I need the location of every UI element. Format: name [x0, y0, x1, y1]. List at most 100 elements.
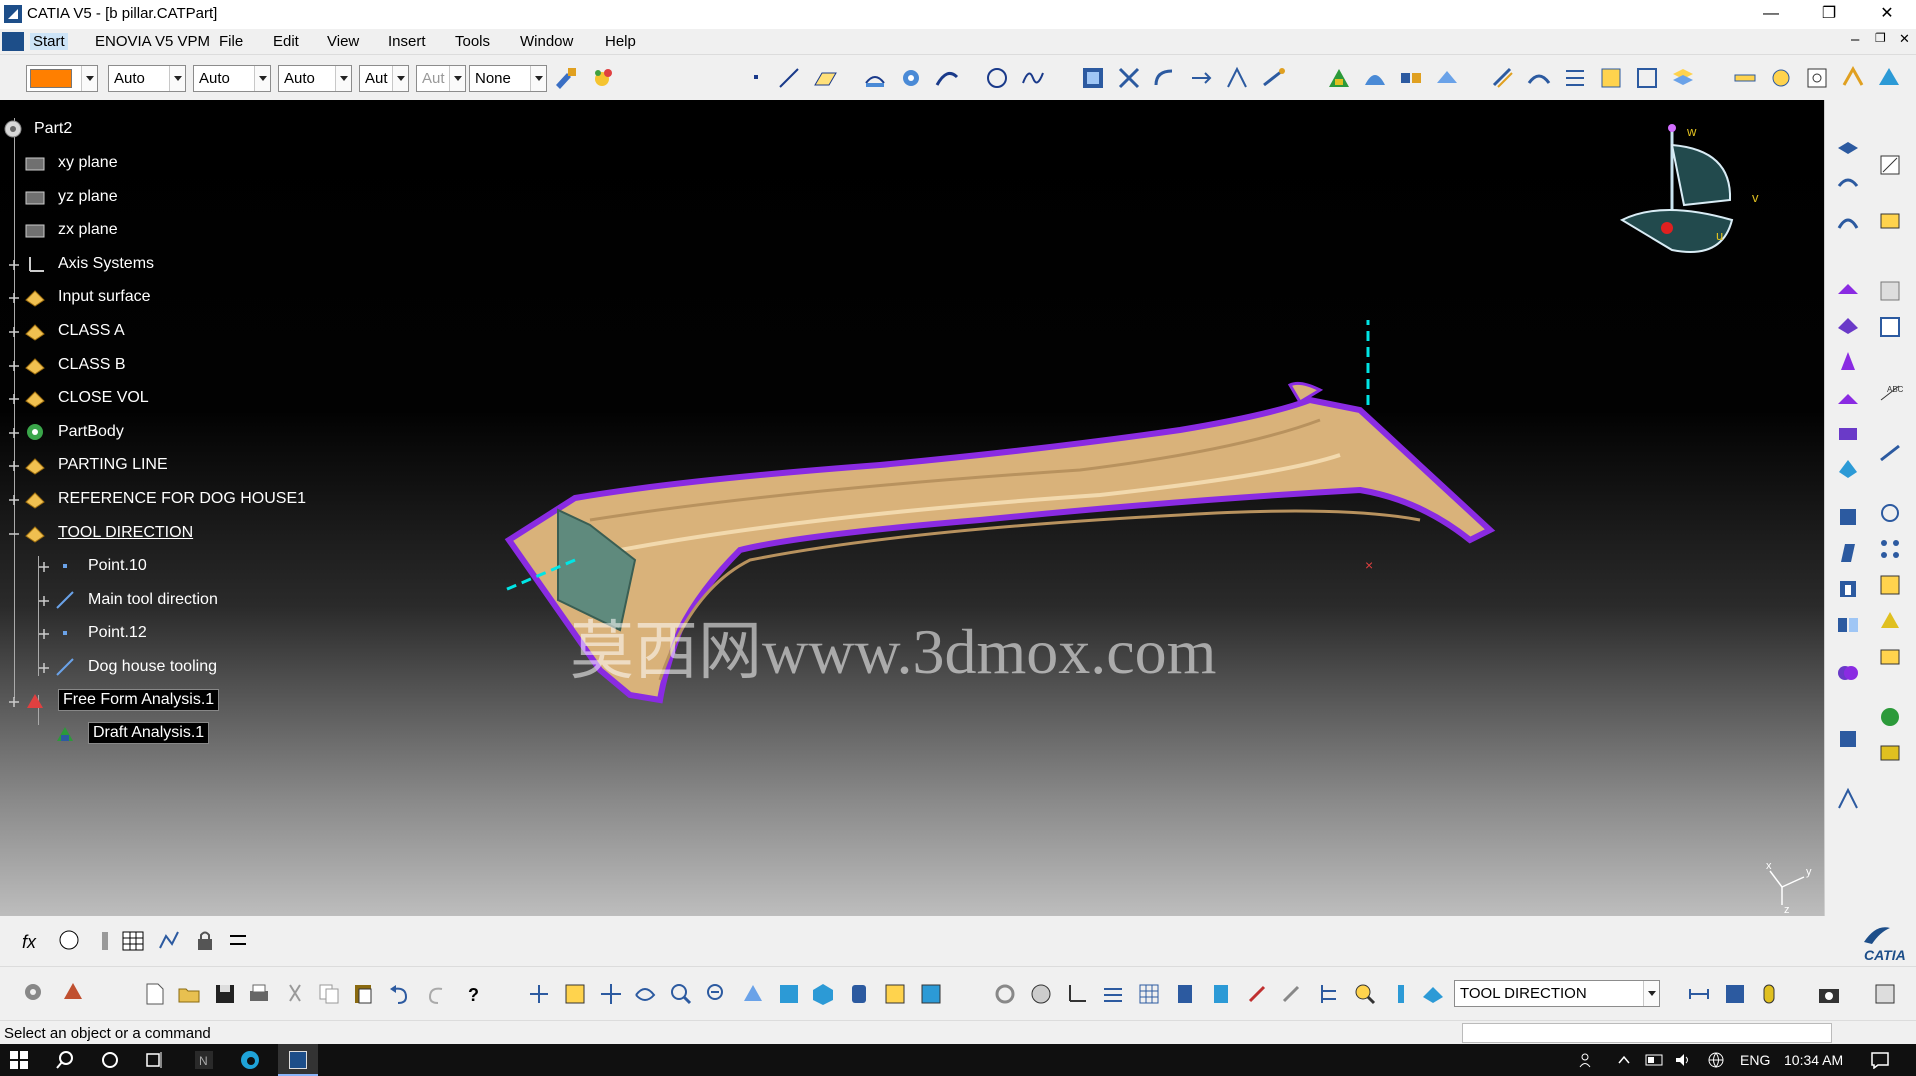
menu-file[interactable]: File: [219, 33, 243, 50]
line-icon[interactable]: [776, 65, 802, 91]
app-n-icon[interactable]: N: [194, 1050, 214, 1070]
windows-start-icon[interactable]: [10, 1051, 28, 1069]
knowledge-icon[interactable]: [1876, 65, 1902, 91]
expand-icon[interactable]: [8, 695, 20, 707]
revolve-icon[interactable]: [898, 65, 924, 91]
menu-edit[interactable]: Edit: [273, 33, 299, 50]
properties-brush-icon[interactable]: [590, 65, 616, 91]
expand-icon[interactable]: [8, 392, 20, 405]
edge-browser-icon[interactable]: [240, 1050, 260, 1070]
equation-icon[interactable]: [226, 928, 252, 954]
sketcher-icon[interactable]: [1877, 152, 1903, 178]
people-icon[interactable]: [1578, 1051, 1596, 1069]
task-view-icon[interactable]: [146, 1051, 166, 1069]
catia-app-icon[interactable]: [4, 5, 22, 23]
comment-icon[interactable]: [56, 928, 82, 954]
sweep-icon[interactable]: [934, 65, 960, 91]
expand-icon[interactable]: [38, 627, 50, 640]
menu-window[interactable]: Window: [520, 33, 573, 50]
section-icon[interactable]: [1877, 278, 1903, 304]
gear-icon[interactable]: [20, 979, 46, 1005]
painter-icon[interactable]: [553, 65, 579, 91]
shell-icon[interactable]: [1835, 576, 1861, 602]
zoom-in-icon[interactable]: [668, 981, 694, 1007]
expand-icon[interactable]: [38, 594, 50, 606]
taskbar-clock[interactable]: 10:34 AM: [1784, 1052, 1843, 1068]
linetype-combo[interactable]: Auto: [108, 65, 186, 92]
save-icon[interactable]: [212, 981, 238, 1007]
plane-icon[interactable]: [812, 65, 838, 91]
expand-icon[interactable]: [8, 258, 20, 270]
plane-system-icon[interactable]: [1208, 981, 1234, 1007]
menu-tools[interactable]: Tools: [455, 33, 490, 50]
pad-icon[interactable]: [1835, 312, 1861, 338]
extrude-icon[interactable]: [862, 65, 888, 91]
open-folder-icon[interactable]: [176, 981, 202, 1007]
sketch-icon[interactable]: [1804, 65, 1830, 91]
curvature-analysis-icon[interactable]: [1362, 65, 1388, 91]
expand-icon[interactable]: [8, 291, 20, 304]
surface-join-icon[interactable]: [1835, 136, 1861, 162]
compass-widget[interactable]: w v u: [1612, 120, 1782, 300]
doc-restore-button[interactable]: ❐: [1875, 31, 1886, 45]
draft-icon[interactable]: [1835, 540, 1861, 566]
chevron-down-icon[interactable]: [335, 66, 351, 91]
transparency-combo[interactable]: Auto: [278, 65, 352, 92]
offset-icon[interactable]: [1490, 65, 1516, 91]
paste-icon[interactable]: [350, 981, 376, 1007]
hide-show-icon[interactable]: [882, 981, 908, 1007]
b-pillar-model[interactable]: ×: [480, 290, 1520, 830]
join-icon[interactable]: [1080, 65, 1106, 91]
formula-fx-icon[interactable]: fx: [20, 928, 46, 954]
boolean-icon[interactable]: [1835, 660, 1861, 686]
measure-icon[interactable]: [1732, 65, 1758, 91]
cut-icon[interactable]: [282, 981, 308, 1007]
fly-mode-icon[interactable]: [526, 981, 552, 1007]
chevron-up-icon[interactable]: [1617, 1053, 1631, 1067]
camera-icon[interactable]: [1816, 981, 1842, 1007]
redo-icon[interactable]: [424, 981, 450, 1007]
menu-help[interactable]: Help: [605, 33, 636, 50]
law-icon[interactable]: [1260, 65, 1286, 91]
tree-view-icon[interactable]: [1316, 981, 1342, 1007]
point-icon[interactable]: [744, 65, 770, 91]
compass-tool-icon[interactable]: [1244, 981, 1270, 1007]
reference-element-icon[interactable]: [1835, 786, 1861, 812]
rotate-view-icon[interactable]: [632, 981, 658, 1007]
pan-icon[interactable]: [598, 981, 624, 1007]
snap-icon[interactable]: [1172, 981, 1198, 1007]
surface-analysis-icon[interactable]: [1434, 65, 1460, 91]
notification-icon[interactable]: [1870, 1051, 1890, 1069]
intersect-icon[interactable]: [1877, 500, 1903, 526]
expand-icon[interactable]: [8, 325, 20, 337]
multi-section-icon[interactable]: [1562, 65, 1588, 91]
document-menu-icon[interactable]: [2, 32, 24, 51]
swap-space-icon[interactable]: [918, 981, 944, 1007]
grid-icon[interactable]: [1136, 981, 1162, 1007]
body-icon[interactable]: [1835, 726, 1861, 752]
shading-icon[interactable]: [846, 981, 872, 1007]
current-set-combo[interactable]: TOOL DIRECTION: [1454, 980, 1660, 1007]
close-button[interactable]: ✕: [1858, 0, 1916, 29]
search-icon[interactable]: [1352, 981, 1378, 1007]
iso-view-icon[interactable]: [810, 981, 836, 1007]
annotation-icon[interactable]: ABC: [1877, 380, 1903, 406]
extrapolate-icon[interactable]: [1224, 65, 1250, 91]
fill-icon[interactable]: [1598, 65, 1624, 91]
measure-between-icon[interactable]: [1686, 981, 1712, 1007]
translate-icon[interactable]: [1188, 65, 1214, 91]
expand-icon[interactable]: [38, 560, 50, 573]
taskbar-catia-app[interactable]: [278, 1044, 318, 1076]
stack-icon[interactable]: [1388, 981, 1414, 1007]
surface-rotate-icon[interactable]: [1835, 172, 1861, 198]
menu-insert[interactable]: Insert: [388, 33, 426, 50]
undo-icon[interactable]: [386, 981, 412, 1007]
extract-icon[interactable]: [1877, 440, 1903, 466]
3d-viewport[interactable]: Part2 xy plane yz plane zx plane Axis Syste…: [0, 100, 1824, 916]
menu-view[interactable]: View: [327, 33, 359, 50]
filter-combo[interactable]: None: [469, 65, 547, 92]
sew-surface-icon[interactable]: [1835, 504, 1861, 530]
layer-stack-icon[interactable]: [1670, 65, 1696, 91]
law-graph-icon[interactable]: [156, 928, 182, 954]
menu-enovia[interactable]: ENOVIA V5 VPM: [95, 33, 210, 50]
